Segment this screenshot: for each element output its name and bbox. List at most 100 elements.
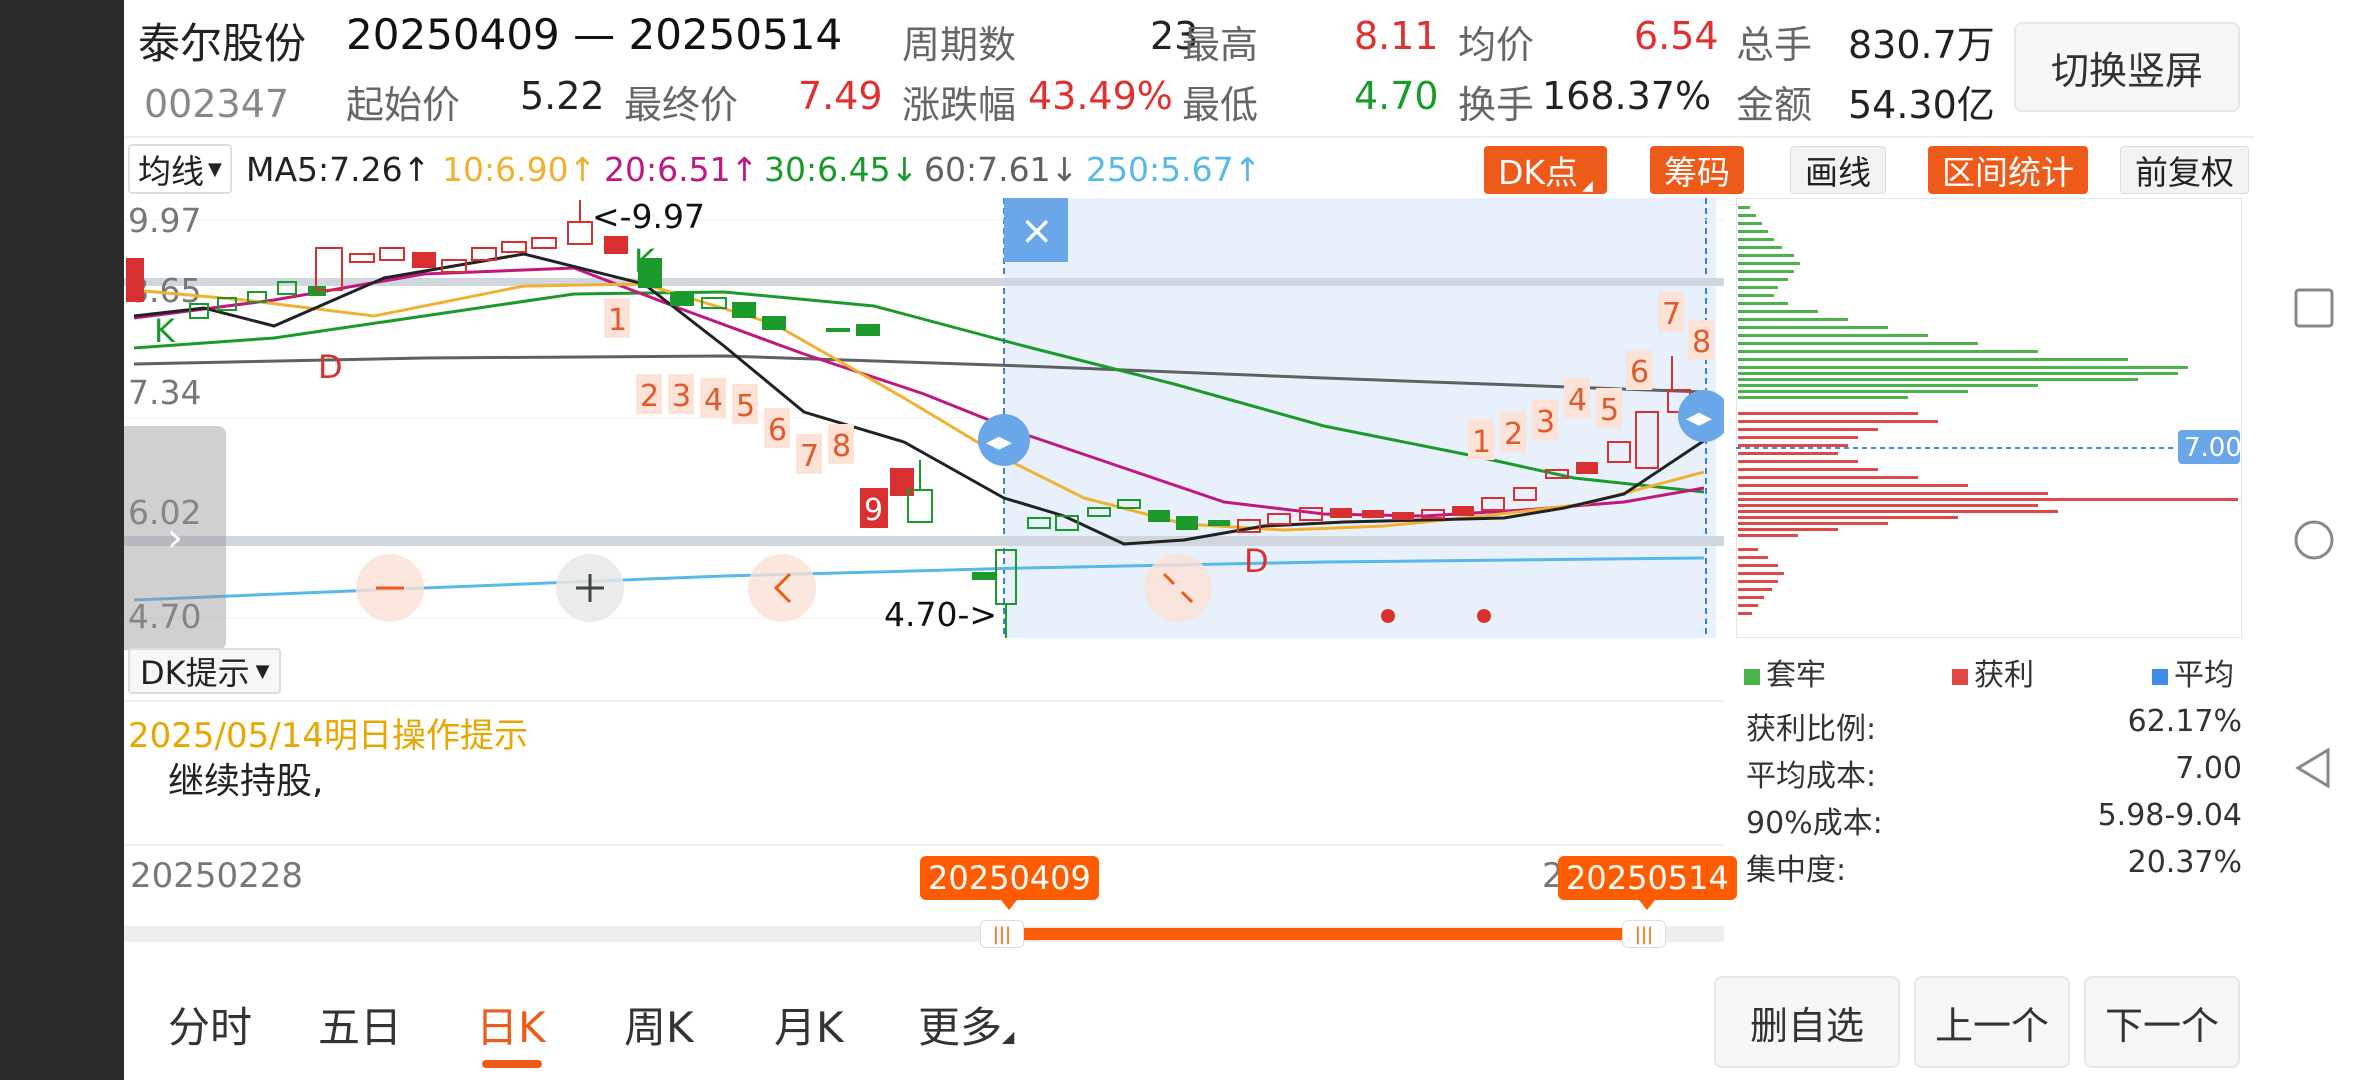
kline-chart[interactable]: 9.97 8.65 7.34 6.02 4.70 <-9.97 4.70-> D…	[124, 198, 1724, 638]
corner-triangle-icon: ◢	[1582, 178, 1593, 194]
total-vol-value: 830.7万	[1848, 23, 1995, 67]
back-icon[interactable]	[2292, 746, 2336, 790]
chip-bars-trapped	[1738, 206, 2188, 399]
seq-up-8: 8	[1692, 325, 1711, 360]
amount-label: 金额	[1736, 83, 1813, 127]
system-navigation-bar	[2254, 0, 2376, 1080]
tab-intraday[interactable]: 分时	[168, 994, 252, 1055]
left-edge-strip	[0, 0, 124, 1080]
tab-five-day[interactable]: 五日	[318, 994, 402, 1055]
avg-cost-tag-text: 7.00	[2184, 433, 2242, 463]
tab-weekly-k[interactable]: 周K	[624, 994, 694, 1055]
amount-value: 54.30亿	[1848, 83, 1995, 127]
forward-adjust-button[interactable]: 前复权	[2120, 146, 2249, 194]
date-range: 20250409 — 20250514	[346, 10, 843, 59]
avg-value: 6.54	[1634, 14, 1719, 58]
chevron-down-icon: ▼	[255, 660, 270, 682]
minus-zoom-button[interactable]	[356, 554, 424, 622]
dk-tips-label: DK提示	[140, 654, 250, 692]
stock-code: 002347	[144, 82, 290, 126]
low-value: 4.70	[1354, 74, 1439, 118]
seq-down-4: 4	[704, 383, 723, 418]
tab-more[interactable]: 更多◢	[918, 994, 1014, 1055]
avg-label: 均价	[1458, 23, 1535, 67]
high-label: 最高	[1182, 23, 1259, 67]
d-marker-1: D	[318, 348, 343, 386]
remove-watchlist-button[interactable]: 删自选	[1714, 976, 1900, 1068]
stock-name: 泰尔股份	[138, 19, 307, 68]
recent-apps-icon[interactable]	[2292, 286, 2336, 330]
chip-bars-profit	[1738, 412, 2238, 615]
ma-select-dropdown[interactable]: 均线 ▼	[128, 144, 232, 194]
ma250-value: 250:5.67↑	[1086, 150, 1262, 189]
previous-stock-button[interactable]: 上一个	[1914, 976, 2070, 1068]
tip-title: 2025/05/14明日操作提示	[128, 716, 528, 756]
support-band	[124, 536, 1724, 546]
range-timeline[interactable]: 20250228 2 20250409 20250514 ||| |||	[124, 850, 1737, 960]
switch-portrait-button[interactable]: 切换竖屏	[2014, 22, 2240, 112]
seq-up-7: 7	[1662, 297, 1681, 332]
chip-stats: 获利比例: 62.17% 平均成本: 7.00 90%成本: 5.98-9.04 集中…	[1742, 704, 2242, 892]
legend-avg: 平均	[2152, 650, 2234, 694]
next-stock-button[interactable]: 下一个	[2084, 976, 2240, 1068]
operation-tip-box: 2025/05/14明日操作提示 继续持股,	[124, 700, 1724, 846]
seq-down-9: 9	[864, 493, 883, 528]
seq-up-3: 3	[1536, 405, 1555, 440]
timeline-start-date: 20250228	[130, 856, 304, 896]
chevron-right-icon: ›	[167, 515, 183, 561]
y-label-9-97: 9.97	[128, 201, 201, 240]
range-start-handle[interactable]: ◂▸	[978, 414, 1030, 466]
grip-icon: |||	[992, 923, 1012, 945]
svg-text:◂▸: ◂▸	[986, 427, 1012, 457]
k-marker-1: K	[154, 312, 176, 350]
turnover-value: 168.37%	[1542, 74, 1712, 118]
draw-line-button[interactable]: 画线	[1790, 146, 1886, 194]
interval-stats-button[interactable]: 区间统计	[1928, 146, 2088, 194]
close-range-button[interactable]: ×	[1004, 198, 1068, 262]
chip-legend: 套牢 获利 平均	[1742, 648, 2242, 693]
svg-text:◂▸: ◂▸	[1686, 403, 1712, 433]
seq-up-5: 5	[1600, 393, 1619, 428]
chips-button[interactable]: 筹码	[1650, 146, 1744, 194]
tab-monthly-k[interactable]: 月K	[774, 994, 844, 1055]
range-start-flag: 20250409	[920, 856, 1099, 910]
close-icon: ×	[1020, 208, 1054, 254]
dk-points-button[interactable]: DK点 ◢	[1484, 146, 1607, 194]
turnover-label: 换手	[1458, 83, 1535, 127]
range-end-flag: 20250514	[1558, 856, 1737, 910]
timeline-selected-range	[1000, 928, 1644, 940]
tip-text: 继续持股,	[168, 761, 324, 802]
square-icon	[1952, 668, 1968, 685]
collapse-icon[interactable]	[1144, 554, 1212, 622]
seq-down-3: 3	[672, 379, 691, 414]
signal-dot	[1381, 609, 1395, 623]
end-price-label: 最终价	[624, 83, 739, 127]
dk-tips-dropdown[interactable]: DK提示 ▼	[128, 648, 282, 694]
expand-panel-button[interactable]: ›	[124, 426, 226, 650]
ma20-value: 20:6.51↑	[604, 150, 759, 189]
timeline-end-handle[interactable]: |||	[1622, 920, 1666, 948]
y-label-7-34: 7.34	[128, 373, 201, 412]
plus-zoom-button[interactable]	[556, 554, 624, 622]
corner-triangle-icon: ◢	[1002, 1027, 1015, 1046]
low-price-marker: 4.70->	[884, 595, 997, 634]
change-value: 43.49%	[1028, 74, 1173, 118]
high-price-marker: <-9.97	[592, 198, 705, 236]
square-icon	[2152, 668, 2168, 685]
dk-points-label: DK点	[1498, 153, 1579, 192]
scroll-left-button[interactable]	[748, 554, 816, 622]
seq-down-1: 1	[608, 303, 627, 338]
ma60-value: 60:7.61↓	[924, 150, 1079, 189]
ma10-value: 10:6.90↑	[442, 150, 597, 189]
home-icon[interactable]	[2292, 518, 2336, 562]
end-price-value: 7.49	[798, 74, 883, 118]
seq-down-7: 7	[800, 439, 819, 474]
tab-more-label: 更多	[918, 1003, 1003, 1052]
stat-90-cost: 90%成本: 5.98-9.04	[1746, 798, 2242, 841]
stat-avg-cost: 平均成本: 7.00	[1746, 751, 2242, 794]
chip-distribution-chart[interactable]: 7.00	[1736, 198, 2242, 638]
tab-daily-k[interactable]: 日K	[476, 994, 546, 1055]
ma30-value: 30:6.45↓	[764, 150, 919, 189]
timeline-start-handle[interactable]: |||	[980, 920, 1024, 948]
seq-up-1: 1	[1472, 425, 1491, 460]
